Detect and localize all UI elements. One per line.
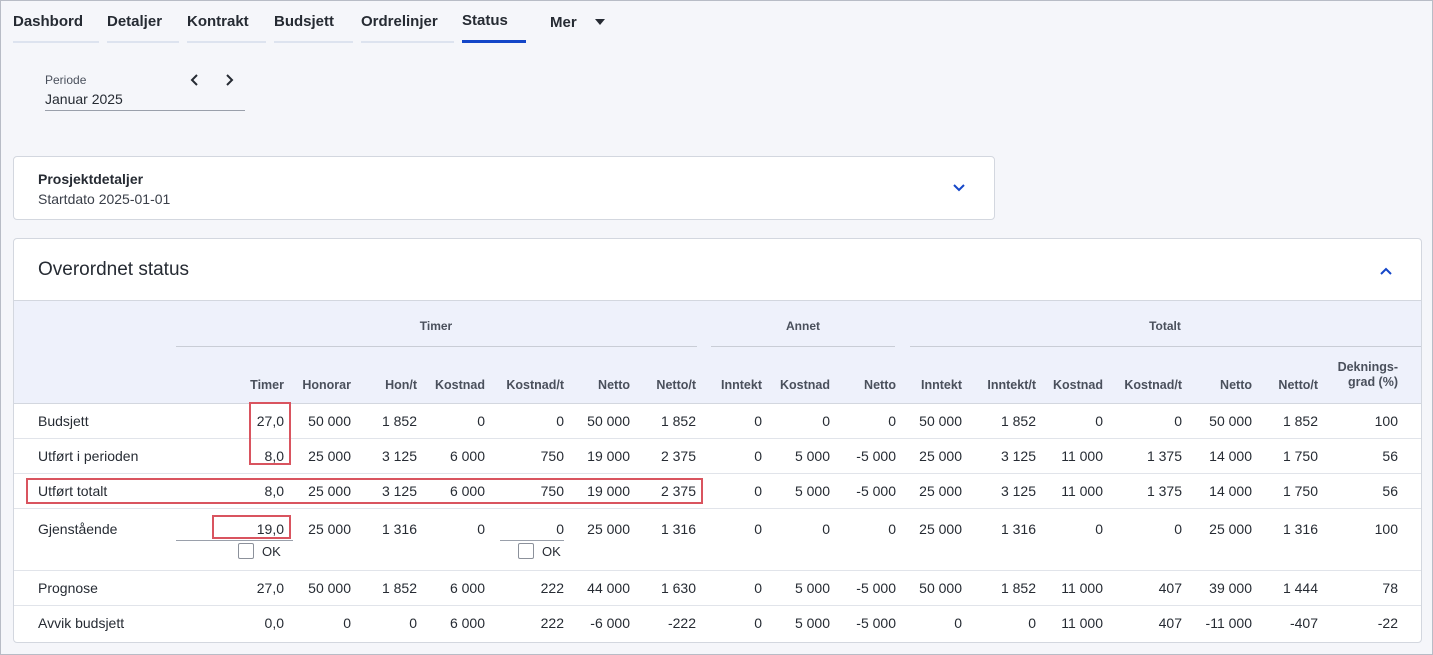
row-divider [14, 438, 1421, 439]
tab-label: Dashbord [13, 12, 84, 30]
tab-kontrakt[interactable]: Kontrakt [187, 1, 266, 43]
table-cell: 1 852 [1282, 413, 1318, 429]
table-cell: 56 [1382, 483, 1398, 499]
table-cell: 11 000 [1061, 580, 1103, 596]
collapse-button[interactable] [1379, 263, 1393, 281]
group-divider [711, 346, 895, 347]
table-cell: 6 000 [449, 615, 485, 631]
row-label: Gjenstående [38, 521, 118, 537]
tab-budsjett[interactable]: Budsjett [274, 1, 353, 43]
project-details-title: Prosjektdetaljer [38, 171, 144, 187]
table-cell: 11 000 [1061, 483, 1103, 499]
tab-ordrelinjer[interactable]: Ordrelinjer [361, 1, 454, 43]
caret-down-icon [594, 19, 605, 25]
tab-dashbord[interactable]: Dashbord [13, 1, 99, 43]
group-divider [176, 346, 697, 347]
table-cell: 1 444 [1282, 580, 1318, 596]
table-cell: 78 [1382, 580, 1398, 596]
project-details-card: Prosjektdetaljer Startdato 2025-01-01 [13, 156, 995, 220]
timer-input-underline [176, 540, 293, 541]
table-cell: -22 [1377, 615, 1398, 631]
highlight-box [249, 402, 291, 465]
column-header: Kostnad [1053, 378, 1103, 392]
table-cell: 11 000 [1061, 448, 1103, 464]
table-cell: -407 [1289, 615, 1318, 631]
tab-label: Status [462, 12, 508, 29]
row-divider [14, 473, 1421, 474]
table-cell: 1 750 [1282, 483, 1318, 499]
row-divider [14, 508, 1421, 509]
chevron-down-icon [953, 184, 965, 192]
periode-value[interactable]: Januar 2025 [45, 91, 245, 111]
table-cell: 0 [1095, 521, 1103, 537]
tab-mer[interactable]: Mer [550, 1, 605, 43]
kostnad-ok-checkbox[interactable]: OK [518, 543, 561, 559]
group-divider [910, 346, 1421, 347]
tab-bar: Dashbord Detaljer Kontrakt Budsjett Ordr… [13, 1, 613, 45]
table-cell: 0 [1095, 413, 1103, 429]
table-cell: 56 [1382, 448, 1398, 464]
column-header-dekningsgrad: Deknings- grad (%) [1298, 360, 1398, 390]
table-cell: 100 [1374, 413, 1398, 429]
tab-label: Mer [550, 13, 577, 31]
tab-label: Detaljer [107, 12, 163, 30]
group-header-timer: Timer [419, 319, 453, 333]
chevron-up-icon [1380, 267, 1392, 275]
project-start-date: Startdato 2025-01-01 [38, 191, 171, 207]
periode-label: Periode [45, 73, 87, 87]
status-card: Overordnet status Timer Annet Totalt Tim… [13, 238, 1422, 643]
header-line: Deknings- [1337, 360, 1398, 374]
tab-detaljer[interactable]: Detaljer [107, 1, 179, 43]
tab-label: Kontrakt [187, 12, 249, 30]
row-label: Utført i perioden [38, 448, 139, 464]
column-header: Kostnad [435, 378, 485, 392]
table-cell: 1 750 [1282, 448, 1318, 464]
table-cell: 6 000 [449, 580, 485, 596]
kostnad-input-underline [500, 540, 564, 541]
timer-ok-checkbox[interactable]: OK [238, 543, 281, 559]
highlight-box [212, 515, 291, 539]
row-divider [14, 605, 1421, 606]
chevron-right-icon [226, 74, 234, 86]
ok-label: OK [542, 543, 561, 559]
tab-status[interactable]: Status [462, 1, 526, 43]
table-cell: 0 [477, 521, 485, 537]
group-header-annet: Annet [786, 319, 820, 333]
highlight-box [26, 478, 703, 504]
next-period-button[interactable] [220, 71, 238, 89]
checkbox[interactable] [518, 543, 534, 559]
group-header-totalt: Totalt [1149, 319, 1181, 333]
table-cell: 0 [477, 413, 485, 429]
chevron-left-icon [190, 74, 198, 86]
prev-period-button[interactable] [186, 71, 204, 89]
table-cell: 1 316 [1282, 521, 1318, 537]
tab-label: Ordrelinjer [361, 12, 438, 30]
checkbox[interactable] [238, 543, 254, 559]
row-divider [14, 570, 1421, 571]
row-label: Prognose [38, 580, 98, 596]
row-label: Avvik budsjett [38, 615, 125, 631]
table-cell: 100 [1374, 521, 1398, 537]
periode-field[interactable]: Periode Januar 2025 [45, 73, 245, 111]
header-line: grad (%) [1348, 375, 1398, 389]
status-title: Overordnet status [38, 259, 190, 280]
table-cell: 6 000 [449, 448, 485, 464]
table-cell: 11 000 [1061, 615, 1103, 631]
tab-label: Budsjett [274, 12, 334, 30]
row-label: Budsjett [38, 413, 89, 429]
expand-button[interactable] [952, 179, 966, 197]
ok-label: OK [262, 543, 281, 559]
